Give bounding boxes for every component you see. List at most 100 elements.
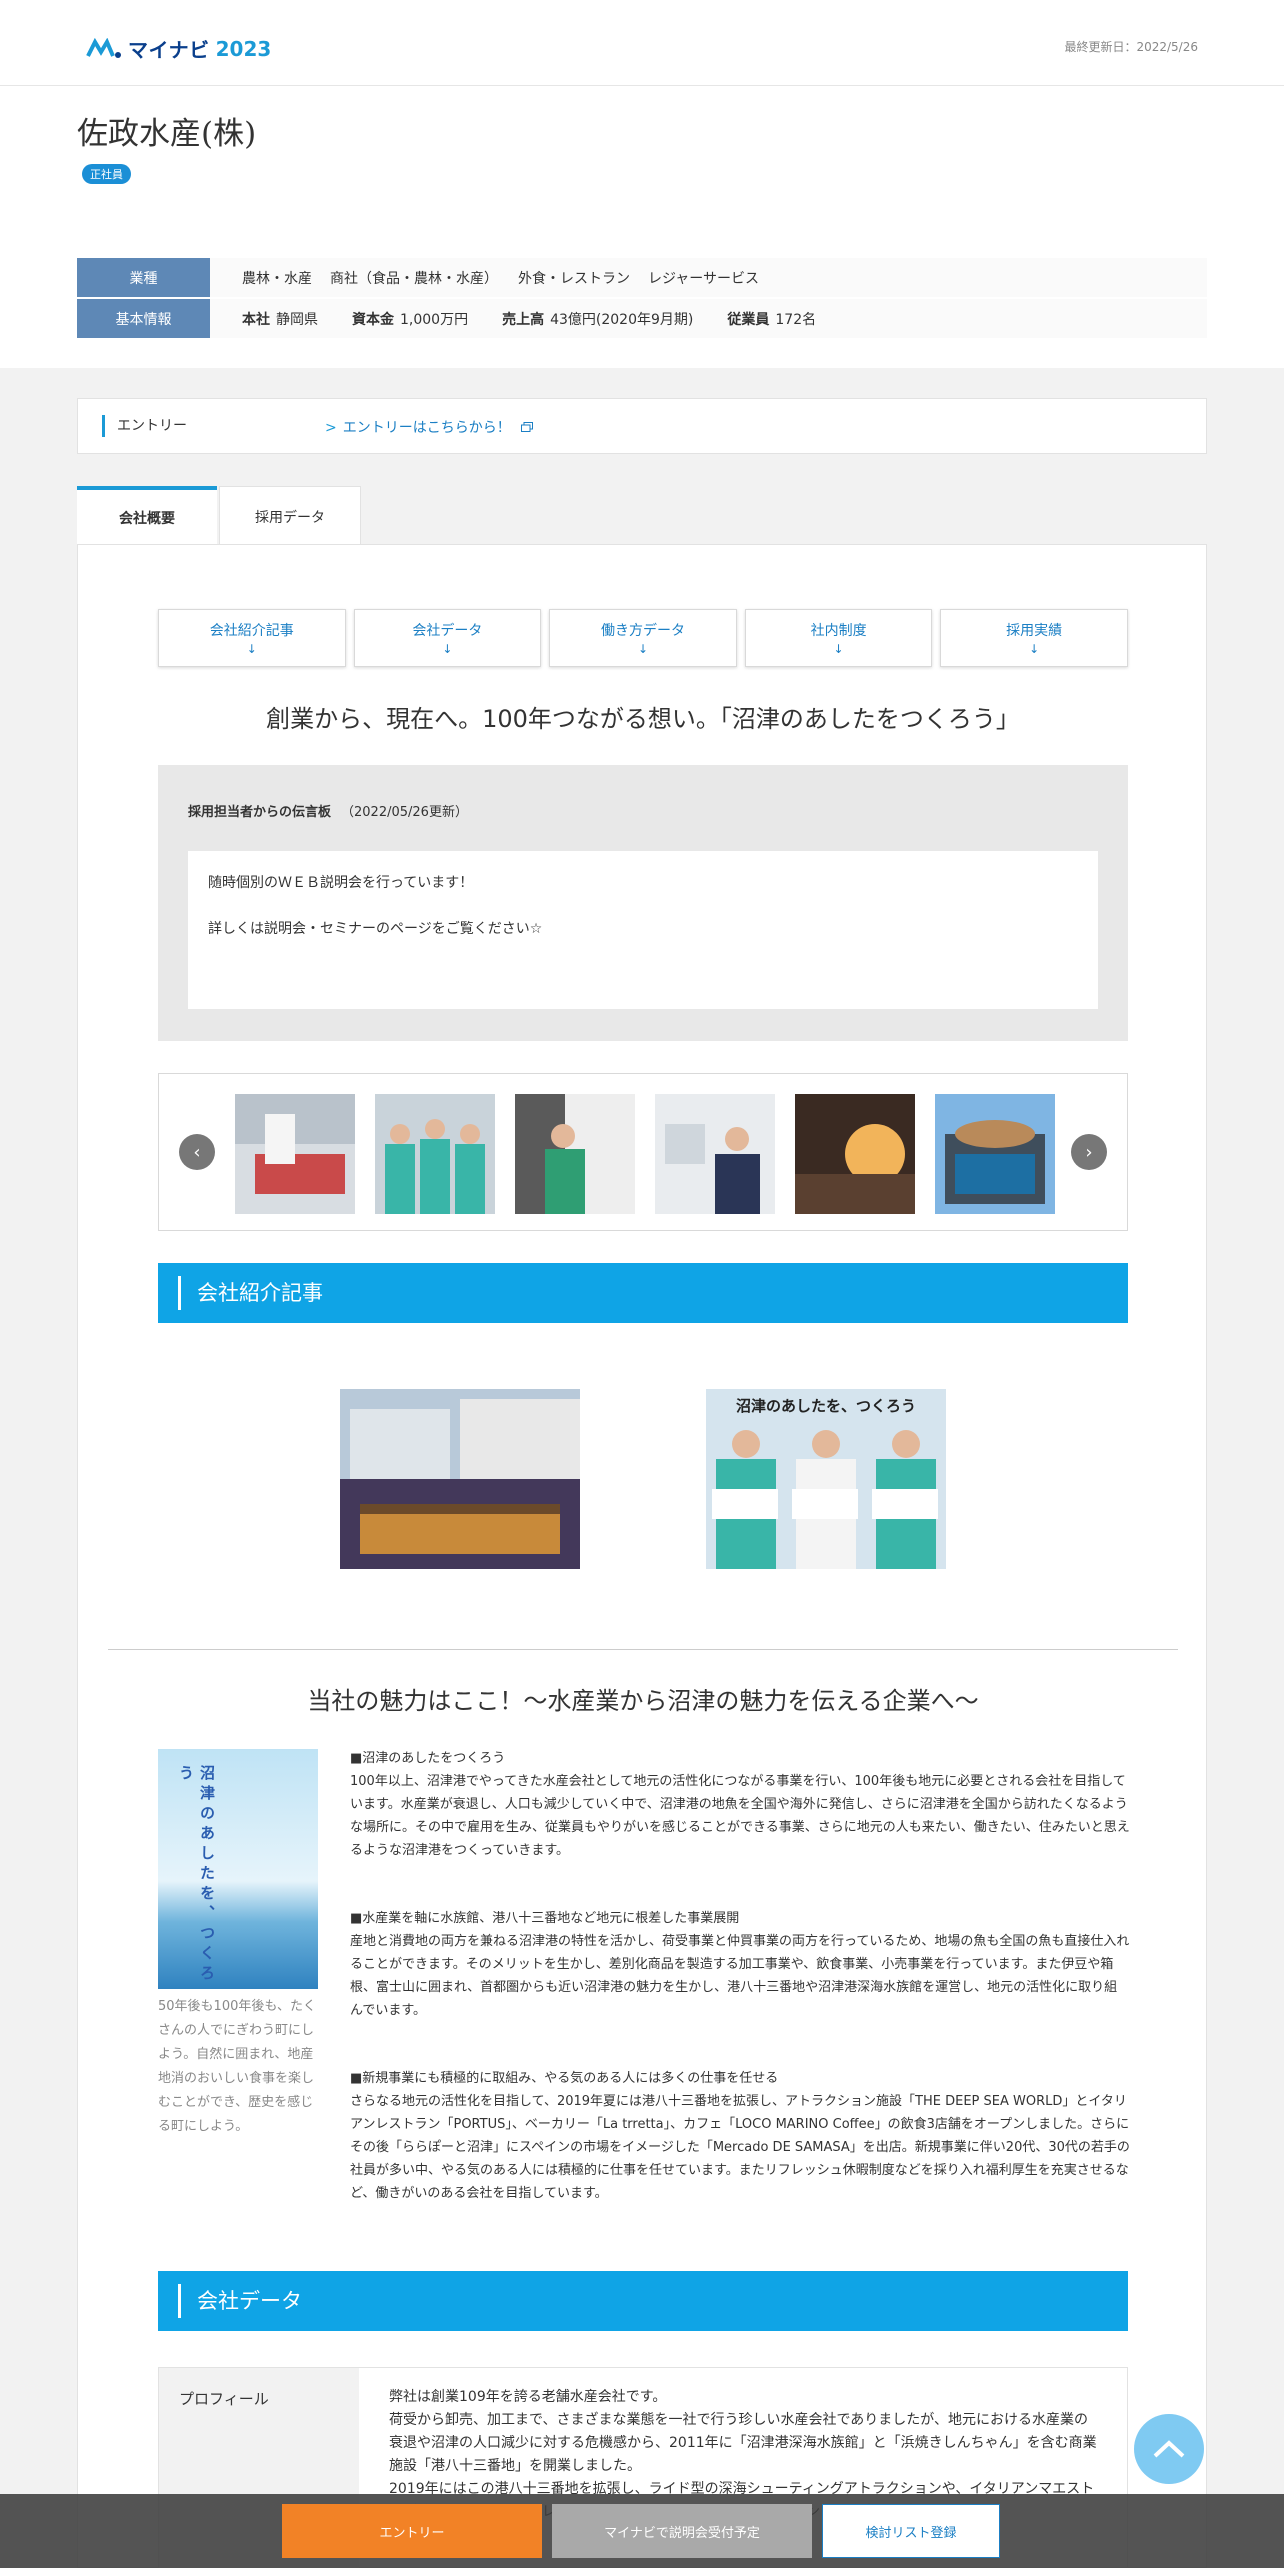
- paragraph-title: ■沼津のあしたをつくろう: [350, 1751, 506, 1766]
- company-info-table: 業種 農林・水産 商社（食品・農林・水産） 外食・レストラン レジャーサービス …: [77, 258, 1207, 339]
- employment-type-badge: 正社員: [82, 164, 131, 184]
- side-image-numazu: 沼津のあしたを、つくろう: [158, 1749, 318, 1989]
- company-header: 佐政水産(株) 正社員 業種 農林・水産 商社（食品・農林・水産） 外食・レスト…: [0, 86, 1284, 368]
- industry-row: 業種 農林・水産 商社（食品・農林・水産） 外食・レストラン レジャーサービス: [77, 258, 1207, 298]
- nav-label: 社内制度: [810, 623, 867, 639]
- employees-label: 従業員: [727, 311, 770, 328]
- side-image-vertical-text: 沼津のあしたを、つくろう: [177, 1765, 216, 1985]
- gallery-photo-kitchen[interactable]: [795, 1094, 915, 1214]
- arrow-down-icon: ↓: [833, 642, 844, 656]
- gallery-prev-button[interactable]: ‹: [179, 1134, 215, 1170]
- basic-info-values: 本社 静岡県 資本金 1,000万円 売上高 43億円(2020年9月期) 従業員 17…: [210, 299, 1207, 338]
- external-link-icon: [521, 422, 534, 432]
- section-company-articles: 会社紹介記事: [158, 1263, 1128, 1323]
- mynavi-logo[interactable]: マイナビ 2023: [86, 34, 271, 63]
- gallery-photo-staff-group[interactable]: [375, 1094, 495, 1214]
- photo-gallery: ‹ ›: [158, 1073, 1128, 1231]
- footer-action-bar: エントリー マイナビで説明会受付予定 検討リスト登録: [0, 2494, 1284, 2568]
- article-staff-figures: [712, 1430, 938, 1569]
- gallery-photo-factory[interactable]: [235, 1094, 355, 1214]
- tab-recruit-data[interactable]: 採用データ: [219, 486, 361, 546]
- add-to-list-button[interactable]: 検討リスト登録: [822, 2504, 1000, 2558]
- side-image-caption: 50年後も100年後も、たくさんの人でにぎわう町にしよう。自然に囲まれ、地産地消…: [158, 1999, 316, 2134]
- entry-box: エントリー > エントリーはこちらから！: [77, 398, 1207, 454]
- message-line: 随時個別のＷＥＢ説明会を行っています！: [208, 875, 474, 891]
- article-thumbnail-facility[interactable]: [340, 1389, 580, 1569]
- main-content: 会社紹介記事 ↓ 会社データ ↓ 働き方データ ↓ 社内制度 ↓ 採用実績 ↓ 創業から、…: [77, 544, 1207, 2568]
- nav-label: 採用実績: [1006, 623, 1063, 639]
- charm-paragraph: ■沼津のあしたをつくろう 100年以上、沼津港でやってきた水産会社として地元の活…: [350, 1747, 1130, 1862]
- nav-label: 働き方データ: [600, 623, 685, 639]
- industry-values: 農林・水産 商社（食品・農林・水産） 外食・レストラン レジャーサービス: [210, 258, 1207, 297]
- section-title: 会社データ: [178, 2284, 302, 2318]
- message-date: （2022/05/26更新）: [341, 805, 468, 820]
- basic-info-row: 基本情報 本社 静岡県 資本金 1,000万円 売上高 43億円(2020年9月期) …: [77, 299, 1207, 339]
- tab-company-overview[interactable]: 会社概要: [77, 486, 217, 546]
- company-name: 佐政水産(株): [77, 116, 257, 152]
- message-title: 採用担当者からの伝言板: [188, 805, 332, 820]
- paragraph-body: 100年以上、沼津港でやってきた水産会社として地元の活性化につながる事業を行い、…: [350, 1774, 1130, 1858]
- employees-info: 従業員 172名: [727, 309, 816, 329]
- arrow-down-icon: ↓: [442, 642, 453, 656]
- message-line: 詳しくは説明会・セミナーのページをご覧ください☆: [208, 921, 543, 937]
- paragraph-body: 産地と消費地の両方を兼ねる沼津港の特性を活かし、荷受事業と仲買事業の両方を行って…: [350, 1934, 1130, 2018]
- industry-label: 業種: [77, 258, 210, 297]
- entry-link-text: エントリーはこちらから！: [342, 420, 511, 436]
- nav-internal-system[interactable]: 社内制度 ↓: [744, 609, 933, 667]
- section-divider: [108, 1649, 1178, 1650]
- arrow-down-icon: ↓: [1029, 642, 1040, 656]
- gallery-next-button[interactable]: ›: [1071, 1134, 1107, 1170]
- basic-info-label: 基本情報: [77, 299, 210, 338]
- sales-label: 売上高: [502, 311, 545, 328]
- nav-hiring-record[interactable]: 採用実績 ↓: [940, 609, 1128, 667]
- paragraph-title: ■新規事業にも積極的に取組み、やる気のある人には多くの仕事を任せる: [350, 2071, 779, 2086]
- section-title: 会社紹介記事: [178, 1276, 323, 1310]
- capital-label: 資本金: [352, 311, 394, 328]
- charm-title: 当社の魅力はここ！～水産業から沼津の魅力を伝える企業へ～: [307, 1687, 979, 1715]
- capital-value: 1,000万円: [400, 311, 469, 328]
- back-to-top-button[interactable]: [1134, 2414, 1204, 2484]
- sales-value: 43億円(2020年9月期): [550, 311, 694, 328]
- logo-mark-icon: [86, 37, 121, 58]
- hq-label: 本社: [242, 311, 270, 328]
- nav-company-data[interactable]: 会社データ ↓: [353, 609, 542, 667]
- recruiter-message-board: 採用担当者からの伝言板 （2022/05/26更新） 随時個別のＷＥＢ説明会を行っ…: [158, 765, 1128, 1041]
- entry-link[interactable]: > エントリーはこちらから！: [325, 417, 534, 437]
- nav-work-style[interactable]: 働き方データ ↓: [549, 609, 737, 667]
- nav-label: 会社紹介記事: [209, 623, 294, 639]
- arrow-down-icon: ↓: [637, 642, 649, 656]
- article-thumbnail-tomorrow[interactable]: 沼津のあしたを、つくろう: [706, 1389, 946, 1569]
- chevron-up-icon: [1153, 2440, 1185, 2458]
- hq-info: 本社 静岡県: [242, 309, 318, 329]
- site-header: マイナビ 2023 最終更新日：2022/5/26: [0, 0, 1284, 86]
- hq-value: 静岡県: [276, 311, 318, 328]
- profile-line: 弊社は創業109年を誇る老舗水産会社です。: [389, 2389, 667, 2405]
- paragraph-body: さらなる地元の活性化を目指して、2019年夏には港八十三番地を拡張し、アトラクシ…: [350, 2094, 1130, 2201]
- section-company-data: 会社データ: [158, 2271, 1128, 2331]
- gallery-photo-aquarium-staff[interactable]: [655, 1094, 775, 1214]
- gallery-photo-worker[interactable]: [515, 1094, 635, 1214]
- logo-year: 2023: [215, 36, 272, 61]
- seminar-scheduled-button[interactable]: マイナビで説明会受付予定: [552, 2504, 812, 2558]
- nav-company-articles[interactable]: 会社紹介記事 ↓: [158, 609, 346, 667]
- paragraph-title: ■水産業を軸に水族館、港八十三番地など地元に根差した事業展開: [350, 1911, 740, 1926]
- entry-button[interactable]: エントリー: [282, 2504, 542, 2558]
- arrow-down-icon: ↓: [246, 642, 257, 656]
- profile-line: 荷受から卸売、加工まで、さまざまな業態を一社で行う珍しい水産会社でありましたが、…: [389, 2412, 1097, 2474]
- gallery-photo-building[interactable]: [935, 1094, 1055, 1214]
- chevron-right-icon: >: [325, 420, 337, 436]
- entry-label: エントリー: [102, 415, 187, 437]
- last-updated: 最終更新日：2022/5/26: [1064, 40, 1198, 54]
- charm-paragraph: ■新規事業にも積極的に取組み、やる気のある人には多くの仕事を任せる さらなる地元…: [350, 2067, 1130, 2205]
- logo-text: マイナビ: [128, 38, 210, 62]
- nav-label: 会社データ: [412, 623, 483, 639]
- capital-info: 資本金 1,000万円: [352, 309, 468, 329]
- message-header: 採用担当者からの伝言板 （2022/05/26更新）: [188, 801, 468, 820]
- sales-info: 売上高 43億円(2020年9月期): [502, 309, 693, 329]
- industry-value: 商社（食品・農林・水産）: [330, 270, 498, 287]
- industry-value: 外食・レストラン: [518, 270, 630, 287]
- anchor-nav: 会社紹介記事 ↓ 会社データ ↓ 働き方データ ↓ 社内制度 ↓ 採用実績 ↓: [158, 609, 1128, 667]
- article-caption: 沼津のあしたを、つくろう: [735, 1397, 916, 1415]
- catchcopy: 創業から、現在へ。100年つながる想い。「沼津のあしたをつくろう」: [266, 705, 1020, 733]
- industry-value: レジャーサービス: [648, 270, 760, 287]
